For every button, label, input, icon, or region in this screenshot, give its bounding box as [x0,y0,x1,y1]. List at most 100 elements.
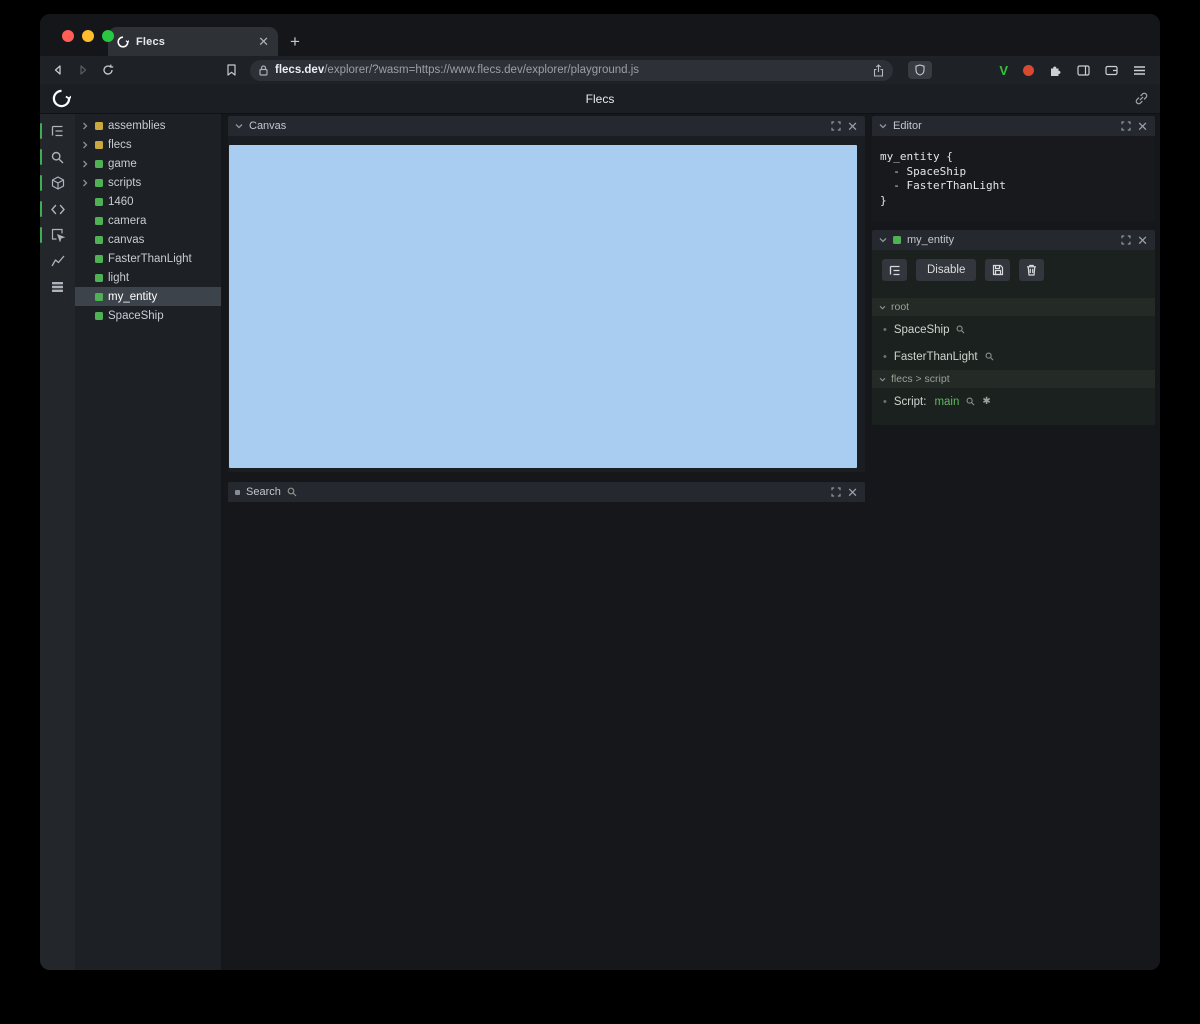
tables-toggle[interactable] [40,274,75,300]
section-title: flecs > script [891,373,950,385]
tree-item-camera[interactable]: camera [75,211,221,230]
tree-item-scripts[interactable]: scripts [75,173,221,192]
tree-item-assemblies[interactable]: assemblies [75,116,221,135]
component-row-fasterthanlight[interactable]: • FasterThanLight [872,343,1155,370]
right-column: Editor ✕ my_entity { - SpaceShip - Faste… [870,114,1160,970]
tree-item-canvas[interactable]: canvas [75,230,221,249]
bullet-icon: • [883,323,887,336]
entity-color-square [95,159,103,168]
main-column: Canvas ✕ Search ✕ [221,114,870,970]
canvas-panel-body [228,136,865,472]
code-line: } [880,193,887,207]
entity-color-square [95,197,103,206]
extension-red-icon[interactable] [1023,64,1034,76]
back-button[interactable] [52,64,64,76]
wallet-icon[interactable] [1105,65,1118,76]
component-search-icon[interactable] [985,352,994,361]
tree-item-label: light [108,271,130,284]
browser-window: Flecs ✕ + flecs.dev/explorer/?wasm=https… [40,14,1160,970]
code-line: - SpaceShip [880,164,967,178]
search-mini-icon [287,487,297,497]
extension-area: V [999,64,1146,77]
expand-icon[interactable] [1121,121,1131,131]
editor-panel-title: Editor [893,120,922,132]
browser-tab[interactable]: Flecs ✕ [108,27,278,56]
inspector-toggle[interactable] [40,222,75,248]
app-content: assemblies flecs game scripts 1460 camer… [40,114,1160,970]
section-title: root [891,301,910,313]
line-chart-icon [50,255,65,267]
entity-color-square [95,292,103,301]
share-icon[interactable] [873,63,884,77]
chevron-down-icon[interactable] [879,237,887,243]
script-eval-icon[interactable]: ✱ [982,396,990,407]
new-tab-button[interactable]: + [290,33,300,50]
component-section-root[interactable]: root [872,298,1155,316]
chevron-right-icon[interactable] [82,160,90,168]
share-link-icon[interactable] [1135,92,1148,105]
tree-item-light[interactable]: light [75,268,221,287]
url-bar[interactable]: flecs.dev/explorer/?wasm=https://www.fle… [250,59,894,81]
close-panel-icon[interactable]: ✕ [847,120,858,133]
search-panel-title: Search [246,486,281,498]
expand-icon[interactable] [831,487,841,497]
editor-code-area[interactable]: my_entity { - SpaceShip - FasterThanLigh… [872,136,1155,222]
tree-item-fasterthanlight[interactable]: FasterThanLight [75,249,221,268]
stats-chart-toggle[interactable] [40,248,75,274]
component-row-spaceship[interactable]: • SpaceShip [872,316,1155,343]
menu-icon[interactable] [1133,65,1146,76]
entity-color-square [95,121,103,130]
close-panel-icon[interactable]: ✕ [1137,120,1148,133]
save-button[interactable] [985,259,1011,281]
tree-item-game[interactable]: game [75,154,221,173]
tree-view-toggle[interactable] [40,118,75,144]
tree-item-label: game [108,157,137,170]
expand-icon[interactable] [1121,235,1131,245]
search-toggle[interactable] [40,144,75,170]
entity-panel-title: my_entity [907,234,955,246]
close-panel-icon[interactable]: ✕ [847,486,858,499]
component-row-script[interactable]: • Script: main ✱ [872,388,1155,415]
entity-panel-body: Disable root • SpaceShip • FasterThanLig… [872,250,1155,425]
tab-bar: Flecs ✕ + [40,14,1160,56]
editor-toggle[interactable] [40,196,75,222]
component-name: Script: [893,395,927,408]
chevron-right-icon[interactable] [82,122,90,130]
tree-item-1460[interactable]: 1460 [75,192,221,211]
tab-close-icon[interactable]: ✕ [258,35,269,48]
close-window-button[interactable] [62,30,74,42]
close-panel-icon[interactable]: ✕ [1137,234,1148,247]
entity-color-square [95,140,103,149]
tree-mode-button[interactable] [882,259,907,281]
bookmark-icon[interactable] [226,64,237,76]
sidebar-toggle-icon[interactable] [1077,64,1090,76]
app-header: Flecs [40,84,1160,114]
chevron-down-icon[interactable] [235,123,243,129]
extensions-puzzle-icon[interactable] [1049,64,1062,77]
tree-item-my-entity[interactable]: my_entity [75,287,221,306]
entity-color-square [95,273,103,282]
disable-button[interactable]: Disable [916,259,977,281]
brave-shield-icon[interactable] [908,61,933,79]
render-canvas[interactable] [229,145,857,468]
collapsed-panel-dot[interactable] [235,489,240,495]
chevron-down-icon[interactable] [879,123,887,129]
canvas-toggle[interactable] [40,170,75,196]
table-rows-icon [51,281,64,293]
entity-tree: assemblies flecs game scripts 1460 camer… [75,114,221,970]
component-name: SpaceShip [893,323,950,336]
component-section-flecs-script[interactable]: flecs > script [872,370,1155,388]
component-search-icon[interactable] [966,397,975,406]
tree-item-spaceship[interactable]: SpaceShip [75,306,221,325]
delete-button[interactable] [1019,259,1045,281]
expand-icon[interactable] [831,121,841,131]
tree-item-flecs[interactable]: flecs [75,135,221,154]
extension-v-icon[interactable]: V [999,64,1008,77]
component-search-icon[interactable] [956,325,965,334]
zoom-window-button[interactable] [102,30,114,42]
forward-button[interactable] [77,64,89,76]
minimize-window-button[interactable] [82,30,94,42]
chevron-right-icon[interactable] [82,141,90,149]
reload-button[interactable] [102,64,114,76]
chevron-right-icon[interactable] [82,179,90,187]
